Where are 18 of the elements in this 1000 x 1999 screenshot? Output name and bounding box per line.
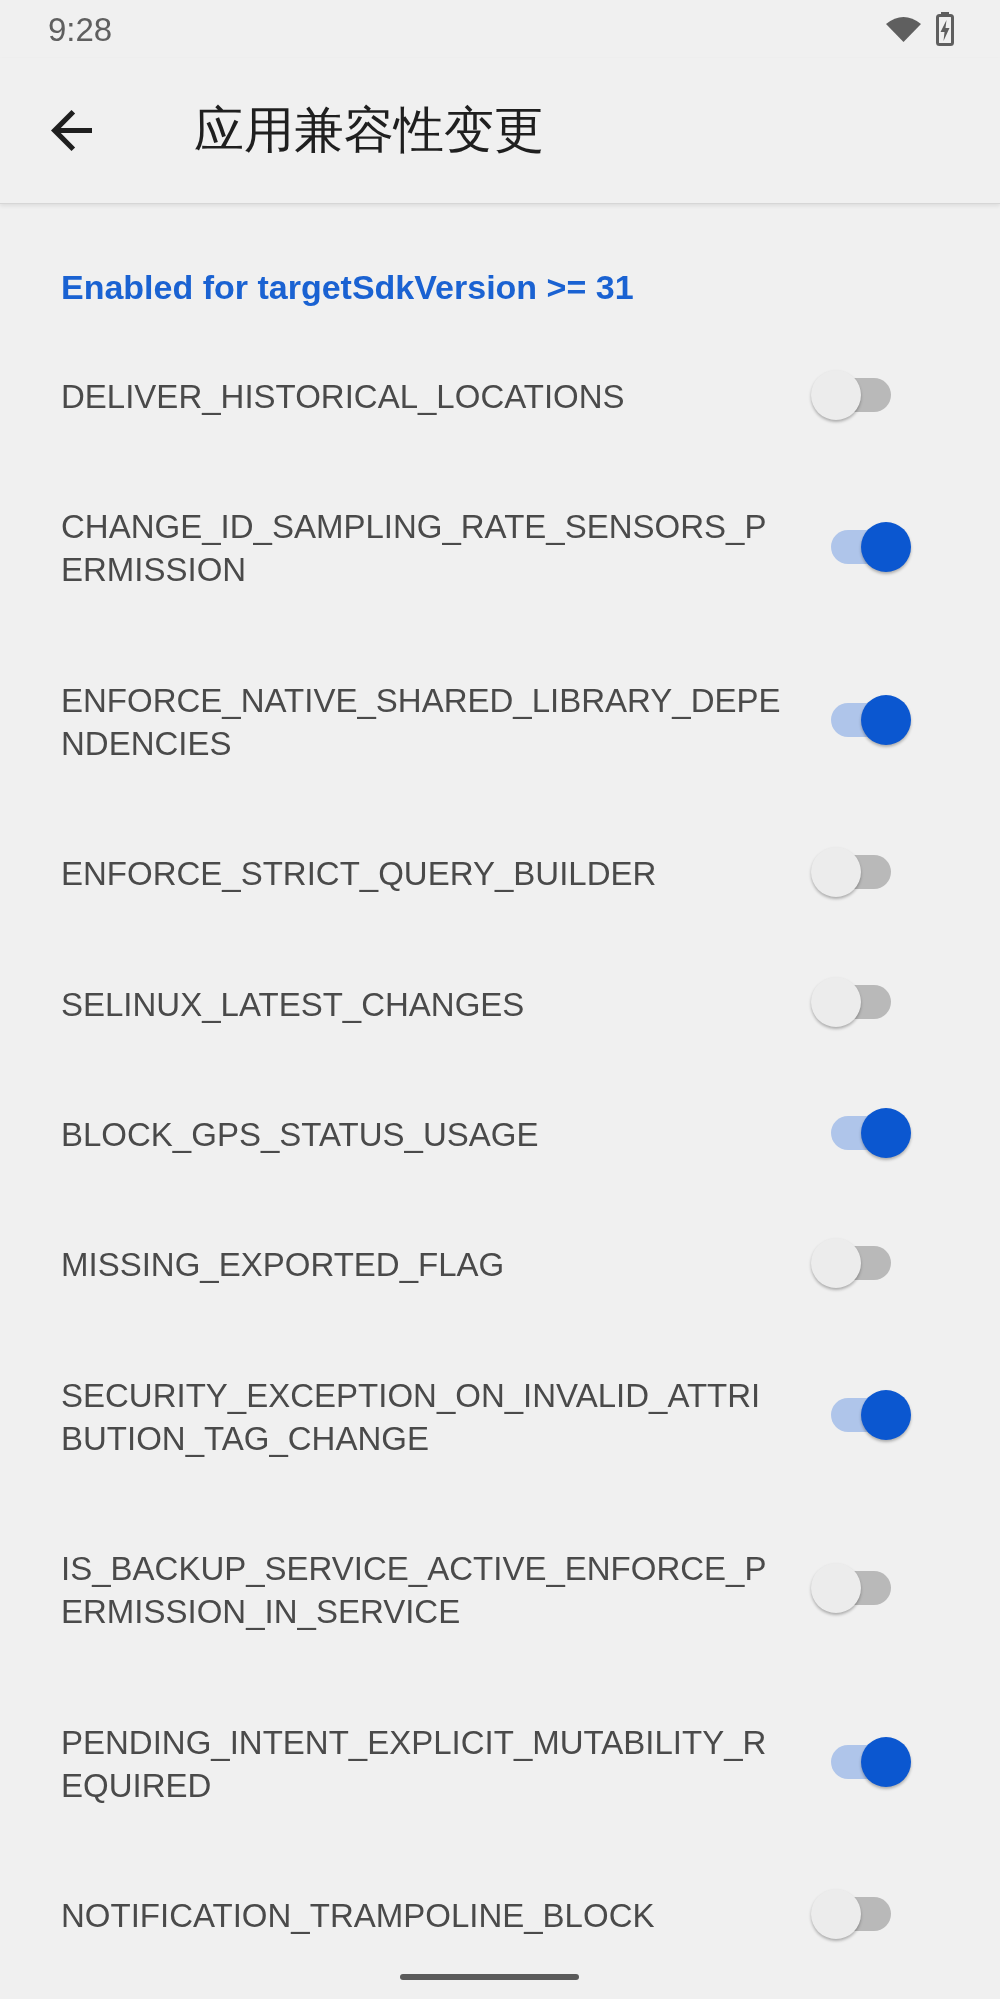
change-label: SELINUX_LATEST_CHANGES: [61, 985, 525, 1023]
battery-icon: [936, 12, 954, 46]
change-label: CHANGE_ID_SAMPLING_RATE_SENSORS_PERMISSION: [61, 508, 767, 589]
change-label: PENDING_INTENT_EXPLICIT_MUTABILITY_REQUIRED: [61, 1723, 767, 1804]
wifi-icon: [886, 16, 921, 42]
change-label: BLOCK_GPS_STATUS_USAGE: [61, 1115, 539, 1153]
section-header: Enabled for targetSdkVersion >= 31: [61, 268, 634, 306]
status-time: 9:28: [48, 12, 113, 46]
change-label: DELIVER_HISTORICAL_LOCATIONS: [61, 378, 625, 415]
change-label: ENFORCE_STRICT_QUERY_BUILDER: [61, 855, 657, 893]
back-arrow-icon[interactable]: [51, 110, 92, 151]
change-label: MISSING_EXPORTED_FLAG: [61, 1246, 505, 1284]
home-indicator[interactable]: [400, 1974, 579, 1980]
change-label: NOTIFICATION_TRAMPOLINE_BLOCK: [61, 1896, 655, 1934]
change-label: IS_BACKUP_SERVICE_ACTIVE_ENFORCE_PERMISSION_IN_SERVICE: [61, 1550, 767, 1631]
page-title: 应用兼容性变更: [194, 103, 544, 158]
change-label: ENFORCE_NATIVE_SHARED_LIBRARY_DEPENDENCIES: [61, 681, 781, 762]
change-label: SECURITY_EXCEPTION_ON_INVALID_ATTRIBUTION_TAG_CHANGE: [61, 1376, 761, 1457]
